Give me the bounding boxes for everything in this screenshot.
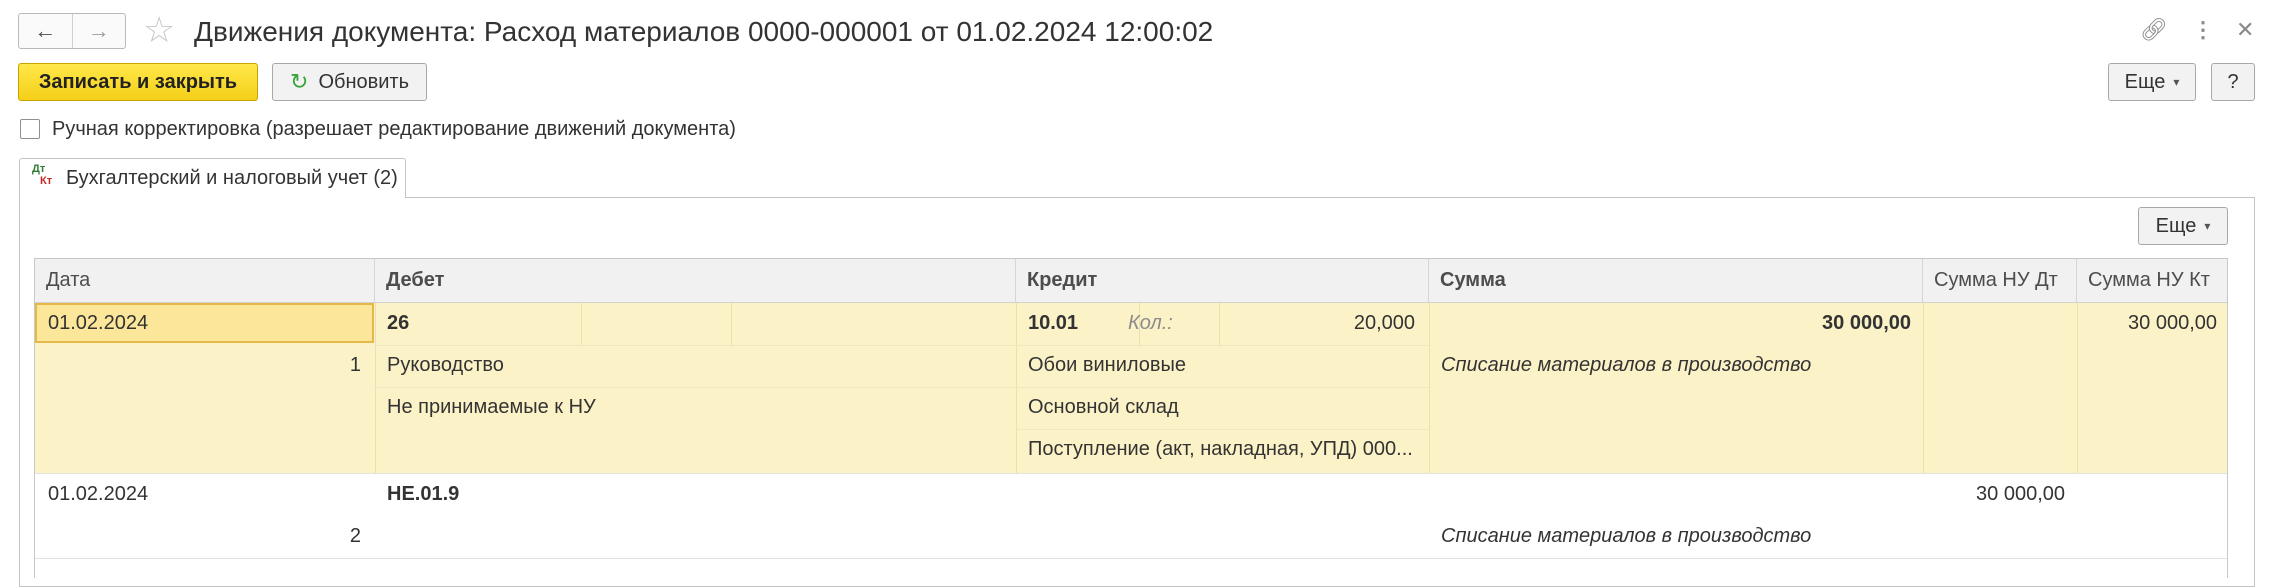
manual-correction-checkbox[interactable] xyxy=(20,119,40,139)
more-button[interactable]: Еще ▾ xyxy=(2108,63,2196,101)
history-nav: ← → xyxy=(18,13,126,49)
table-row[interactable]: 01.02.2024 1 26 Руководство Не принимаем… xyxy=(35,303,2227,474)
row-date: 01.02.2024 xyxy=(48,483,149,505)
credit-subconto-2[interactable]: Основной склад xyxy=(1028,394,1179,420)
help-button[interactable]: ? xyxy=(2211,63,2255,101)
col-sum[interactable]: Сумма xyxy=(1429,259,1923,302)
credit-subconto-1[interactable]: Обои виниловые xyxy=(1028,352,1186,378)
col-sum-nu-dt[interactable]: Сумма НУ Дт xyxy=(1923,259,2077,302)
refresh-label: Обновить xyxy=(318,70,409,93)
table-header: Дата Дебет Кредит Сумма Сумма НУ Дт Сумм… xyxy=(35,259,2227,303)
col-credit[interactable]: Кредит xyxy=(1016,259,1429,302)
tab-label: Бухгалтерский и налоговый учет (2) xyxy=(66,167,398,189)
debit-subconto-1[interactable]: Руководство xyxy=(387,352,504,378)
col-date[interactable]: Дата xyxy=(35,259,375,302)
more-label: Еще xyxy=(2124,70,2166,93)
arrow-right-icon: → xyxy=(87,18,110,43)
link-icon[interactable]: 🔗︎ xyxy=(2140,14,2168,46)
table-more-button[interactable]: Еще ▾ xyxy=(2138,207,2228,245)
col-sum-nu-kt[interactable]: Сумма НУ Кт xyxy=(2077,259,2227,302)
row-sum[interactable]: 30 000,00 xyxy=(1435,310,1911,336)
row-date: 01.02.2024 xyxy=(48,312,149,334)
tab-accounting[interactable]: Дт Кт Бухгалтерский и налоговый учет (2) xyxy=(19,158,406,198)
close-icon[interactable]: ✕ xyxy=(2236,14,2254,46)
star-icon[interactable]: ☆ xyxy=(143,12,175,48)
refresh-icon: ↻ xyxy=(290,69,309,94)
debit-account[interactable]: НЕ.01.9 xyxy=(387,481,459,507)
manual-correction-label: Ручная корректировка (разрешает редактир… xyxy=(52,118,736,140)
row-number: 2 xyxy=(349,525,361,547)
credit-subconto-3[interactable]: Поступление (акт, накладная, УПД) 000... xyxy=(1028,436,1420,462)
row-sum-nu-kt[interactable]: 30 000,00 xyxy=(2085,310,2217,336)
debit-subconto-2[interactable]: Не принимаемые к НУ xyxy=(387,394,596,420)
forward-button[interactable]: → xyxy=(71,14,126,48)
back-button[interactable]: ← xyxy=(19,14,72,48)
col-debit[interactable]: Дебет xyxy=(375,259,1016,302)
help-label: ? xyxy=(2227,70,2239,93)
caret-down-icon: ▾ xyxy=(2173,75,2180,89)
table-row[interactable]: 01.02.2024 2 НЕ.01.9 30 000,00 Списание … xyxy=(35,474,2227,559)
save-and-close-label: Записать и закрыть xyxy=(38,70,238,93)
debit-account[interactable]: 26 xyxy=(387,310,409,336)
caret-down-icon: ▾ xyxy=(2204,219,2211,233)
save-and-close-button[interactable]: Записать и закрыть xyxy=(18,63,258,101)
row-sum-nu-dt[interactable]: 30 000,00 xyxy=(1929,481,2065,507)
more-icon[interactable]: ⋮ xyxy=(2192,14,2214,46)
page-title: Движения документа: Расход материалов 00… xyxy=(194,16,1214,47)
row-content[interactable]: Списание материалов в производство xyxy=(1441,352,1811,378)
table-more-label: Еще xyxy=(2155,214,2197,237)
qty-value[interactable]: 20,000 xyxy=(1235,310,1415,336)
movements-table: Дата Дебет Кредит Сумма Сумма НУ Дт Сумм… xyxy=(34,258,2228,578)
credit-account[interactable]: 10.01 xyxy=(1028,310,1078,336)
dt-kt-icon: Дт Кт xyxy=(32,163,53,187)
qty-label: Кол.: xyxy=(1128,312,1173,334)
arrow-left-icon: ← xyxy=(34,18,57,43)
row-content[interactable]: Списание материалов в производство xyxy=(1441,523,1811,549)
row-number: 1 xyxy=(349,354,361,376)
refresh-button[interactable]: ↻ Обновить xyxy=(272,63,427,101)
